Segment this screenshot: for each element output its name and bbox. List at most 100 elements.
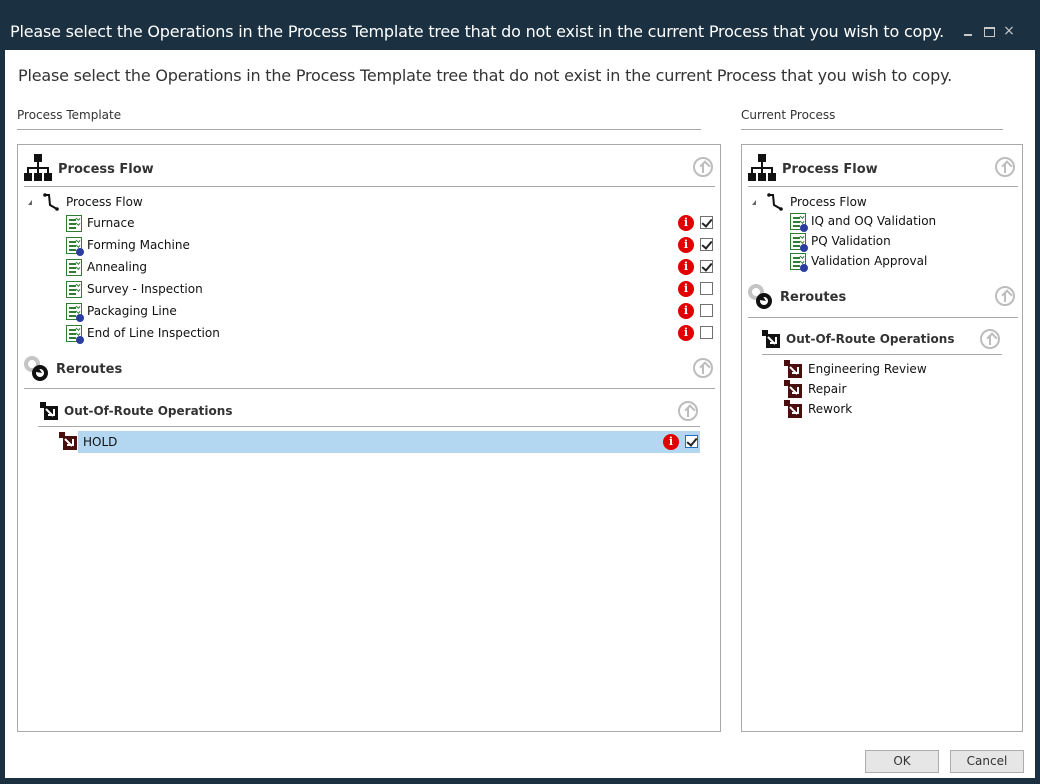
select-checkbox[interactable] <box>700 282 713 295</box>
select-checkbox[interactable] <box>700 216 713 229</box>
expand-toggle-icon[interactable] <box>752 199 756 205</box>
process-template-label: Process Template <box>17 108 122 122</box>
divider <box>24 186 715 187</box>
dialog-body: Please select the Operations in the Proc… <box>5 50 1035 778</box>
operation-row[interactable]: IQ and OQ Validation <box>790 211 937 232</box>
tree-root-process-flow[interactable]: Process Flow <box>752 191 867 213</box>
operation-gear-icon <box>66 302 84 322</box>
group-title: Process Flow <box>782 161 878 177</box>
divider <box>741 129 1003 130</box>
ok-button[interactable]: OK <box>865 750 939 773</box>
out-of-route-operation-icon <box>784 380 802 398</box>
select-checkbox[interactable] <box>685 435 698 448</box>
group-header-process-flow: Process Flow <box>748 149 878 189</box>
process-template-tree: Process Flow Process Flow Reroutes Out-O… <box>17 144 721 732</box>
warning-info-icon: i <box>678 259 694 275</box>
item-label: IQ and OQ Validation <box>811 214 937 228</box>
window-title: Please select the Operations in the Proc… <box>10 22 944 41</box>
subgroup-title: Out-Of-Route Operations <box>64 404 233 418</box>
cancel-button[interactable]: Cancel <box>950 750 1024 773</box>
operation-row[interactable]: PQ Validation <box>790 231 891 252</box>
out-of-route-operation-icon <box>59 432 77 450</box>
divider <box>748 317 1018 318</box>
collapse-up-button[interactable] <box>693 358 713 378</box>
current-process-tree: Process Flow Process Flow Reroutes Out-O… <box>741 144 1023 732</box>
operation-icon <box>66 214 82 232</box>
select-checkbox[interactable] <box>700 304 713 317</box>
group-title: Reroutes <box>56 361 123 377</box>
subgroup-out-of-route: Out-Of-Route Operations <box>762 328 954 350</box>
collapse-up-button[interactable] <box>693 157 713 177</box>
divider <box>748 186 1018 187</box>
item-label: End of Line Inspection <box>87 326 220 340</box>
expand-toggle-icon[interactable] <box>28 199 32 205</box>
reroute-operation-row[interactable]: Repair <box>784 379 846 399</box>
divider <box>762 354 1002 355</box>
item-label: Validation Approval <box>811 254 928 268</box>
hierarchy-icon <box>24 154 52 184</box>
path-icon <box>766 193 784 211</box>
item-label: HOLD <box>83 435 118 449</box>
warning-info-icon: i <box>678 325 694 341</box>
out-of-route-icon <box>40 402 58 420</box>
item-label: Packaging Line <box>87 304 177 318</box>
collapse-up-button[interactable] <box>678 401 698 421</box>
divider <box>24 388 715 389</box>
item-label: PQ Validation <box>811 234 891 248</box>
select-checkbox[interactable] <box>700 326 713 339</box>
collapse-up-button[interactable] <box>995 286 1015 306</box>
operation-row[interactable]: Annealing <box>66 256 147 278</box>
operation-icon <box>66 280 82 298</box>
reroute-operation-row[interactable]: HOLD <box>59 431 700 453</box>
operation-gear-icon <box>66 324 84 344</box>
close-button[interactable]: × <box>1002 24 1016 38</box>
current-process-label: Current Process <box>741 108 836 122</box>
group-header-reroutes: Reroutes <box>748 277 846 317</box>
operation-row[interactable]: Survey - Inspection <box>66 278 203 300</box>
reroute-operation-row[interactable]: Engineering Review <box>784 359 927 379</box>
collapse-up-button[interactable] <box>995 157 1015 177</box>
operation-gear-icon <box>790 252 808 272</box>
item-label: Repair <box>808 382 847 396</box>
operation-row[interactable]: Validation Approval <box>790 251 928 272</box>
out-of-route-operation-icon <box>784 360 802 378</box>
warning-info-icon: i <box>678 303 694 319</box>
reroute-icon <box>748 283 774 311</box>
subgroup-out-of-route: Out-Of-Route Operations <box>40 400 232 422</box>
group-title: Process Flow <box>58 161 154 177</box>
operation-gear-icon <box>66 236 84 256</box>
out-of-route-operation-icon <box>784 400 802 418</box>
hierarchy-icon <box>748 154 776 184</box>
item-label: Annealing <box>87 260 148 274</box>
operation-gear-icon <box>790 232 808 252</box>
tree-root-label: Process Flow <box>790 195 867 209</box>
operation-gear-icon <box>790 212 808 232</box>
select-checkbox[interactable] <box>700 238 713 251</box>
item-label: Rework <box>808 402 853 416</box>
tree-root-process-flow[interactable]: Process Flow <box>28 191 143 213</box>
tree-root-label: Process Flow <box>66 195 143 209</box>
minimize-button[interactable] <box>962 24 976 38</box>
operation-row[interactable]: Furnace <box>66 212 135 234</box>
warning-info-icon: i <box>678 237 694 253</box>
divider <box>38 426 700 427</box>
operation-row[interactable]: End of Line Inspection <box>66 322 220 344</box>
group-header-process-flow: Process Flow <box>24 149 154 189</box>
item-label: Survey - Inspection <box>87 282 203 296</box>
collapse-up-button[interactable] <box>980 329 1000 349</box>
group-header-reroutes: Reroutes <box>24 349 122 389</box>
out-of-route-icon <box>762 330 780 348</box>
item-label: Forming Machine <box>87 238 190 252</box>
operation-icon <box>66 258 82 276</box>
reroute-operation-row[interactable]: Rework <box>784 399 852 419</box>
subgroup-title: Out-Of-Route Operations <box>786 332 955 346</box>
item-label: Furnace <box>87 216 135 230</box>
warning-info-icon: i <box>678 215 694 231</box>
warning-info-icon: i <box>663 434 679 450</box>
item-label: Engineering Review <box>808 362 927 376</box>
instruction-text: Please select the Operations in the Proc… <box>18 66 952 85</box>
operation-row[interactable]: Packaging Line <box>66 300 177 322</box>
select-checkbox[interactable] <box>700 260 713 273</box>
maximize-button[interactable] <box>983 24 997 38</box>
operation-row[interactable]: Forming Machine <box>66 234 190 256</box>
